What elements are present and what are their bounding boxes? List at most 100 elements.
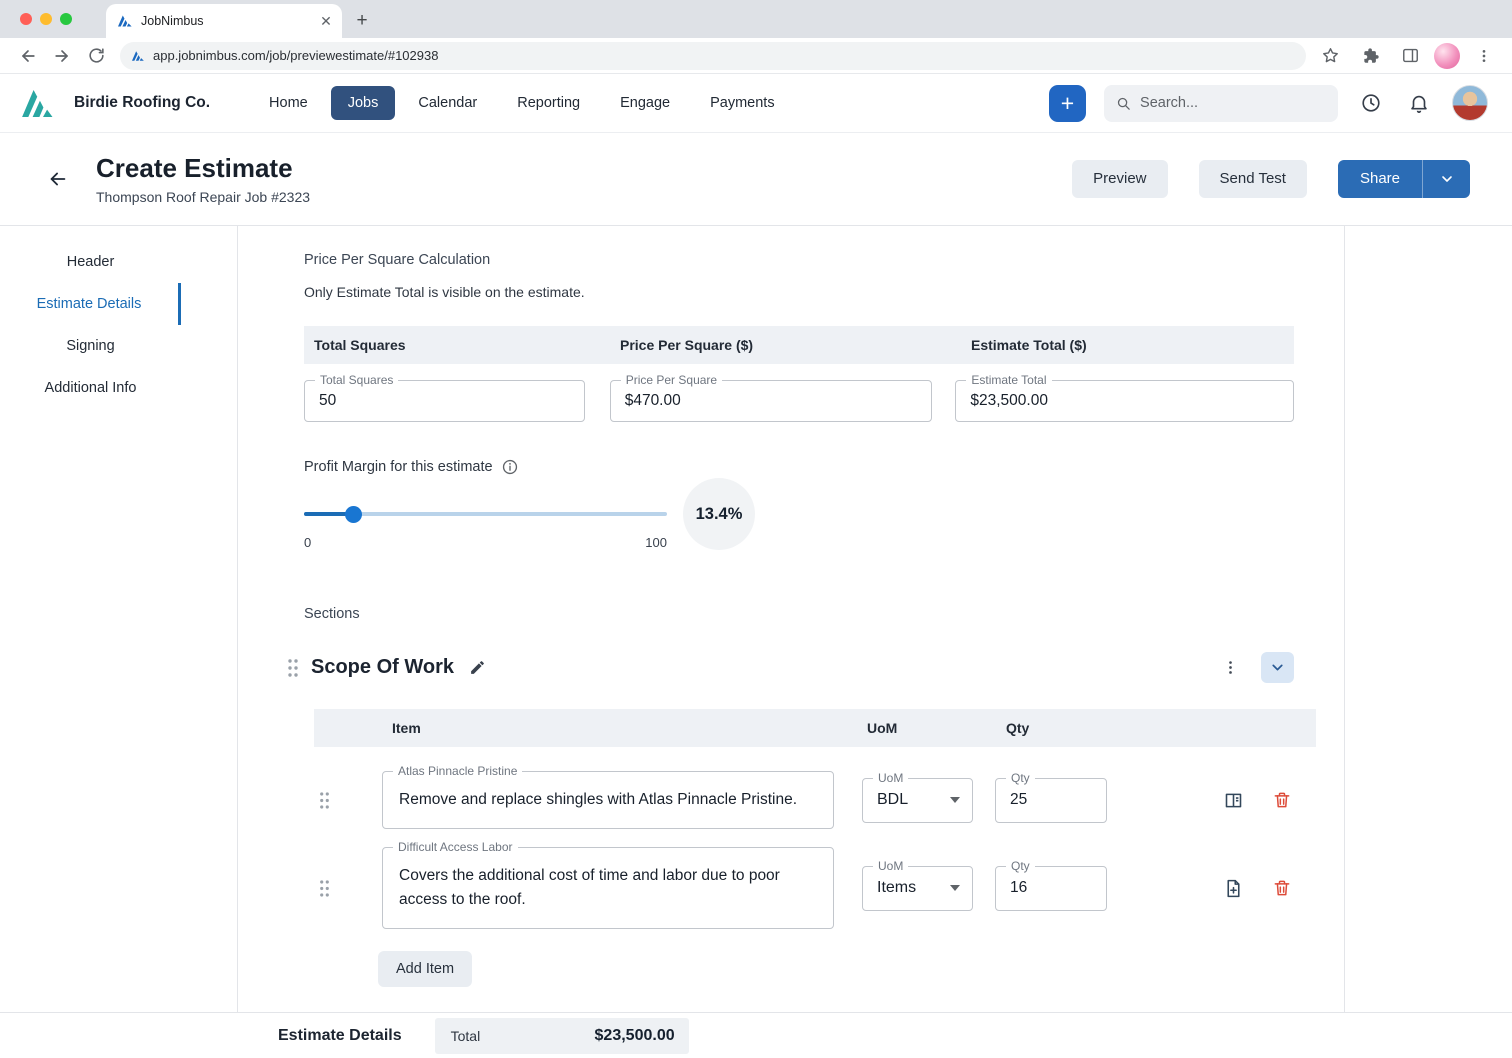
save-item-template-button[interactable] — [1223, 878, 1244, 899]
delete-item-button[interactable] — [1272, 878, 1292, 898]
browser-forward-button[interactable] — [46, 40, 78, 72]
bookmark-star-button[interactable] — [1314, 40, 1346, 72]
price-per-square-field[interactable]: Price Per Square $470.00 — [609, 373, 933, 422]
nav-item-payments[interactable]: Payments — [693, 86, 791, 120]
browser-reload-button[interactable] — [80, 40, 112, 72]
item-drag-handle[interactable] — [318, 878, 332, 899]
nav-item-jobs[interactable]: Jobs — [330, 86, 396, 120]
estimate-total-field[interactable]: Estimate Total $23,500.00 — [955, 373, 1294, 422]
edit-section-button[interactable] — [469, 659, 486, 676]
url-bar[interactable]: app.jobnimbus.com/job/previewestimate/#1… — [120, 41, 1306, 70]
items-table: Item UoM Qty Atlas Pinnacle Pristine Rem… — [314, 709, 1316, 987]
forward-arrow-icon — [55, 49, 68, 62]
estimate-sidebar-nav: Header Estimate Details Signing Addition… — [0, 241, 181, 409]
recent-activity-button[interactable] — [1356, 88, 1386, 118]
tab-close-icon[interactable]: ✕ — [318, 13, 334, 29]
browser-menu-button[interactable] — [1468, 40, 1500, 72]
quick-add-button[interactable]: + — [1049, 84, 1086, 122]
nav-item-reporting[interactable]: Reporting — [500, 86, 597, 120]
uom-select[interactable]: UoM BDL — [862, 770, 973, 823]
search-icon — [1117, 97, 1130, 110]
add-item-button[interactable]: Add Item — [378, 951, 473, 987]
send-test-button[interactable]: Send Test — [1198, 159, 1307, 198]
side-panel-button[interactable] — [1394, 40, 1426, 72]
qty-value: 16 — [1010, 879, 1028, 896]
items-col-qty: Qty — [1006, 720, 1030, 736]
back-button[interactable] — [40, 161, 76, 197]
url-text: app.jobnimbus.com/job/previewestimate/#1… — [153, 48, 439, 63]
uom-value: Items — [877, 879, 917, 896]
window-controls — [20, 13, 72, 25]
new-tab-button[interactable]: + — [348, 7, 376, 35]
section-collapse-button[interactable] — [1261, 652, 1294, 683]
items-col-item: Item — [392, 720, 421, 736]
section-header: Scope Of Work — [286, 652, 1294, 683]
estimate-sidebar: Header Estimate Details Signing Addition… — [0, 226, 238, 1012]
chevron-down-icon — [1441, 175, 1452, 182]
total-squares-label: Total Squares — [315, 373, 399, 387]
profit-margin-slider-thumb[interactable] — [344, 506, 362, 523]
page-title-block: Create Estimate Thompson Roof Repair Job… — [96, 153, 310, 205]
global-search[interactable] — [1104, 84, 1338, 122]
footer-total: Total $23,500.00 — [434, 1017, 689, 1054]
nav-item-calendar[interactable]: Calendar — [401, 86, 494, 120]
screen: JobNimbus ✕ + app.jobnimbus.com/job/prev… — [0, 0, 1512, 1058]
sidebar-item-header[interactable]: Header — [0, 241, 181, 283]
item-drag-handle[interactable] — [318, 790, 332, 811]
share-dropdown-button[interactable] — [1422, 159, 1470, 198]
user-avatar[interactable] — [1452, 85, 1488, 121]
page-actions: Preview Send Test Share — [1072, 159, 1470, 198]
preview-button[interactable]: Preview — [1072, 159, 1168, 198]
item-description-value: Remove and replace shingles with Atlas P… — [399, 791, 798, 808]
kebab-icon — [1228, 661, 1232, 674]
sidebar-item-signing[interactable]: Signing — [0, 325, 181, 367]
tab-title: JobNimbus — [141, 14, 204, 28]
search-input[interactable] — [1140, 95, 1326, 111]
section-menu-button[interactable] — [1216, 654, 1244, 682]
profit-margin-slider[interactable] — [304, 506, 667, 523]
footer-total-value: $23,500.00 — [594, 1026, 675, 1044]
calc-col-estimate-total: Estimate Total ($) — [971, 337, 1087, 353]
qty-field[interactable]: Qty 16 — [995, 858, 1107, 911]
info-icon[interactable] — [501, 458, 519, 476]
browser-profile-avatar[interactable] — [1434, 42, 1460, 69]
close-window-button[interactable] — [20, 13, 32, 25]
calc-col-total-squares: Total Squares — [314, 337, 406, 353]
item-description-field[interactable]: Difficult Access Labor Covers the additi… — [382, 840, 834, 929]
browser-back-button[interactable] — [12, 40, 44, 72]
items-table-header: Item UoM Qty — [314, 709, 1316, 747]
section-drag-handle[interactable] — [286, 657, 300, 679]
delete-item-button[interactable] — [1272, 790, 1292, 810]
zoom-window-button[interactable] — [60, 13, 72, 25]
browser-tab[interactable]: JobNimbus ✕ — [106, 4, 342, 38]
extensions-button[interactable] — [1354, 40, 1386, 72]
minimize-window-button[interactable] — [40, 13, 52, 25]
pencil-icon — [471, 661, 484, 674]
total-squares-field[interactable]: Total Squares 50 — [304, 373, 585, 422]
calc-section-title: Price Per Square Calculation — [304, 252, 491, 268]
item-description-field[interactable]: Atlas Pinnacle Pristine Remove and repla… — [382, 764, 834, 829]
nav-item-engage[interactable]: Engage — [603, 86, 687, 120]
right-gutter — [1345, 226, 1512, 1012]
sidebar-item-additional-info[interactable]: Additional Info — [0, 367, 181, 409]
estimate-content: Price Per Square Calculation Only Estima… — [238, 226, 1344, 987]
qty-label: Qty — [1006, 770, 1035, 785]
section-title: Scope Of Work — [311, 656, 454, 678]
drag-handle-icon — [320, 791, 329, 809]
profit-margin-value-badge: 13.4% — [683, 478, 755, 550]
drag-handle-icon — [320, 879, 329, 897]
item-template-button[interactable] — [1223, 790, 1244, 811]
notifications-button[interactable] — [1404, 88, 1434, 118]
item-row: Difficult Access Labor Covers the additi… — [314, 840, 1316, 929]
brand: Birdie Roofing Co. — [22, 89, 210, 117]
estimate-total-label: Estimate Total — [966, 373, 1052, 387]
uom-select[interactable]: UoM Items — [862, 858, 973, 911]
estimate-main: Price Per Square Calculation Only Estima… — [238, 226, 1345, 1012]
item-description-value: Covers the additional cost of time and l… — [399, 867, 780, 908]
main-nav: Home Jobs Calendar Reporting Engage Paym… — [252, 86, 792, 120]
nav-item-home[interactable]: Home — [252, 86, 325, 120]
share-button[interactable]: Share — [1337, 159, 1422, 198]
sidebar-item-estimate-details[interactable]: Estimate Details — [0, 283, 181, 325]
qty-field[interactable]: Qty 25 — [995, 770, 1107, 823]
profit-margin-label: Profit Margin for this estimate — [304, 459, 493, 475]
